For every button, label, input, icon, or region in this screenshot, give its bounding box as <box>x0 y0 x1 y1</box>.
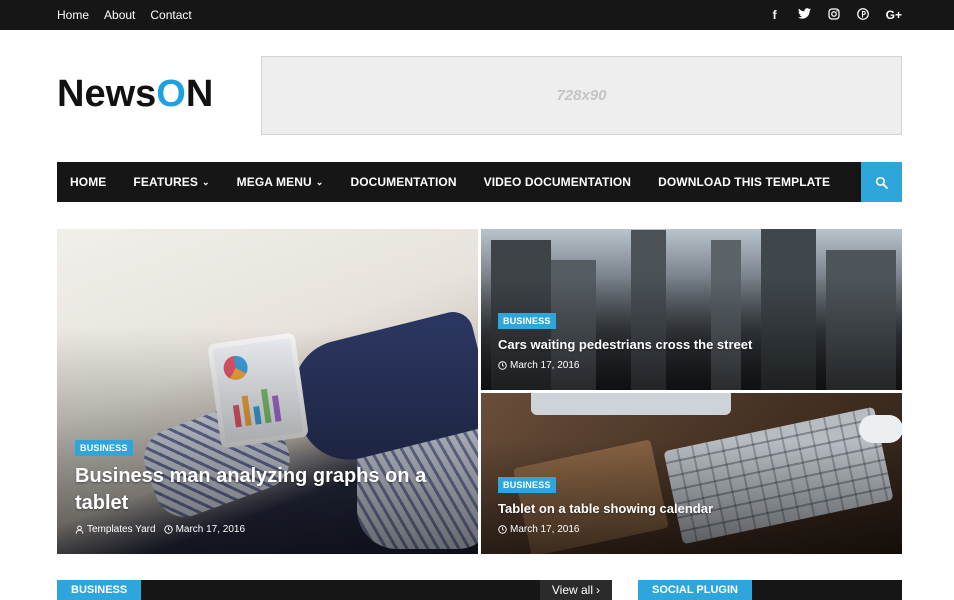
section-label-social-plugin: SOCIAL PLUGIN <box>638 580 752 600</box>
nav-item-home[interactable]: HOME <box>70 175 106 189</box>
featured-title[interactable]: Cars waiting pedestrians cross the stree… <box>498 337 752 352</box>
nav-item-label: MEGA MENU <box>236 175 312 189</box>
author-meta[interactable]: Templates Yard <box>75 524 156 535</box>
top-link-home[interactable]: Home <box>57 8 89 22</box>
featured-post-street[interactable]: BUSINESS Cars waiting pedestrians cross … <box>481 229 902 390</box>
nav-item-label: DOCUMENTATION <box>350 175 457 189</box>
featured-post-tablet[interactable]: BUSINESS Tablet on a table showing calen… <box>481 393 902 554</box>
twitter-icon[interactable] <box>797 8 811 22</box>
nav-item-documentation[interactable]: DOCUMENTATION <box>350 175 456 189</box>
featured-title[interactable]: Tablet on a table showing calendar <box>498 501 713 516</box>
nav-item-label: FEATURES <box>133 175 198 189</box>
ad-banner-label: 728x90 <box>556 87 607 104</box>
chevron-down-icon: ⌄ <box>315 176 324 187</box>
monitor-image <box>531 393 731 415</box>
clock-icon <box>498 361 507 370</box>
date-meta: March 17, 2016 <box>163 524 246 535</box>
business-section-header: BUSINESS View all › <box>57 580 612 600</box>
featured-post-main[interactable]: BUSINESS Business man analyzing graphs o… <box>57 229 478 554</box>
top-links: Home About Contact <box>57 0 192 30</box>
post-date: March 17, 2016 <box>175 524 246 535</box>
user-icon <box>75 525 84 534</box>
category-badge[interactable]: BUSINESS <box>498 313 556 329</box>
post-date: March 17, 2016 <box>510 360 580 371</box>
section-label-business[interactable]: BUSINESS <box>57 580 142 600</box>
instagram-icon[interactable] <box>828 7 840 23</box>
post-meta: March 17, 2016 <box>498 524 580 535</box>
top-link-contact[interactable]: Contact <box>150 8 191 22</box>
logo-text-news: News <box>57 73 157 115</box>
top-link-about[interactable]: About <box>104 8 135 22</box>
category-badge[interactable]: BUSINESS <box>498 477 556 493</box>
site-logo[interactable]: NewsON <box>57 73 213 116</box>
logo-text-o: O <box>156 73 186 115</box>
nav-item-download-template[interactable]: DOWNLOAD THIS TEMPLATE <box>658 175 830 189</box>
nav-item-label: VIDEO DOCUMENTATION <box>483 175 632 189</box>
logo-text-n: N <box>185 73 214 115</box>
nav-item-video-documentation[interactable]: VIDEO DOCUMENTATION <box>484 175 631 189</box>
post-meta: Templates Yard March 17, 2016 <box>75 524 245 535</box>
chevron-right-icon: › <box>596 583 600 597</box>
image-overlay <box>481 277 902 390</box>
social-plugin-header: SOCIAL PLUGIN <box>638 580 902 600</box>
social-icons: f G+ <box>769 0 902 30</box>
pinterest-icon[interactable] <box>856 7 869 23</box>
date-meta: March 17, 2016 <box>498 360 580 371</box>
clock-icon <box>163 525 173 534</box>
view-all-label: View all <box>551 583 593 597</box>
facebook-icon[interactable]: f <box>769 8 781 22</box>
google-plus-icon[interactable]: G+ <box>886 8 902 22</box>
nav-item-label: DOWNLOAD THIS TEMPLATE <box>658 175 831 189</box>
nav-item-features[interactable]: FEATURES ⌄ <box>133 175 209 189</box>
post-meta: March 17, 2016 <box>498 360 580 371</box>
category-badge[interactable]: BUSINESS <box>75 440 133 456</box>
nav-item-label: HOME <box>70 175 107 189</box>
clock-icon <box>498 525 507 534</box>
date-meta: March 17, 2016 <box>498 524 580 535</box>
search-icon <box>875 176 888 189</box>
nav-item-mega-menu[interactable]: MEGA MENU ⌄ <box>237 175 324 189</box>
author-name: Templates Yard <box>87 524 156 535</box>
ad-banner-728x90[interactable]: 728x90 <box>261 56 902 135</box>
main-nav: HOME FEATURES ⌄ MEGA MENU ⌄ DOCUMENTATION … <box>57 162 902 202</box>
search-button[interactable] <box>861 162 902 202</box>
featured-title[interactable]: Business man analyzing graphs on a table… <box>75 463 435 517</box>
image-overlay <box>481 441 902 554</box>
post-date: March 17, 2016 <box>510 524 580 535</box>
view-all-link[interactable]: View all › <box>539 580 612 600</box>
top-bar: Home About Contact f G+ <box>0 0 954 30</box>
mouse-image <box>859 415 902 443</box>
chevron-down-icon: ⌄ <box>202 176 210 187</box>
